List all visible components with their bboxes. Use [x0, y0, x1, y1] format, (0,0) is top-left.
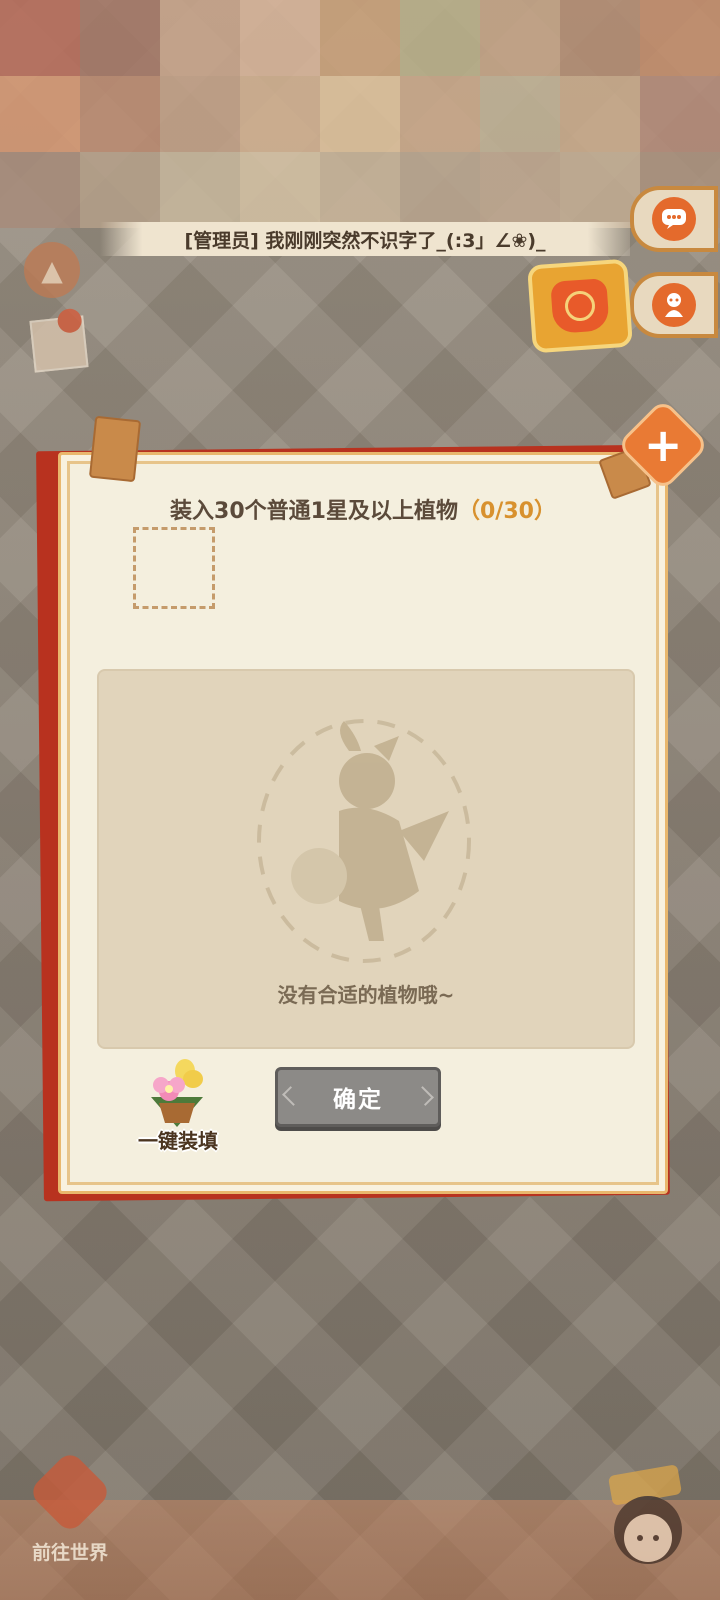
- pixel-block: [240, 76, 320, 152]
- empty-plant-slot[interactable]: [133, 527, 215, 609]
- go-world-label: 前往世界: [31, 1542, 108, 1564]
- pixel-block: [80, 152, 160, 228]
- plus-close-icon: +: [643, 417, 683, 472]
- pixel-block: [400, 152, 480, 228]
- pixel-block: [320, 76, 400, 152]
- spirit-button[interactable]: [630, 272, 718, 338]
- flower-basket-icon: [151, 1059, 203, 1127]
- chat-bubble-icon: [652, 197, 696, 241]
- pixel-block: [80, 76, 160, 152]
- pixel-block: [0, 152, 80, 228]
- title-count: （0/30）: [457, 499, 556, 524]
- pixel-block: [400, 76, 480, 152]
- pixel-block: [240, 152, 320, 228]
- pixel-block: [80, 0, 160, 76]
- chat-message: [管理员] 我刚刚突然不识字了_(:3」∠❀)_: [184, 229, 546, 252]
- pixel-block: [480, 152, 560, 228]
- title-text: 装入30个普通1星及以上植物: [170, 499, 458, 524]
- pixel-block: [480, 0, 560, 76]
- pixelated-banner: [0, 0, 720, 230]
- pixel-block: [560, 152, 640, 228]
- plant-fill-dialog: 装入30个普通1星及以上植物（0/30） 没有合适的植物哦~ 一键装填 确定: [58, 452, 668, 1194]
- empty-state-panel: 没有合适的植物哦~: [97, 669, 635, 1049]
- pixel-block: [480, 76, 560, 152]
- pixel-block: [400, 0, 480, 76]
- lucky-bag-icon: [550, 278, 610, 334]
- spirit-icon: [652, 283, 696, 327]
- pixel-block: [640, 0, 720, 76]
- pixel-block: [0, 76, 80, 152]
- world-icon: [27, 1449, 113, 1535]
- map-card-icon[interactable]: [29, 307, 89, 373]
- pixel-block: [320, 152, 400, 228]
- arrow-up-button[interactable]: ▲: [24, 242, 80, 298]
- pixel-block: [160, 152, 240, 228]
- chat-button[interactable]: [630, 186, 718, 252]
- pixel-block: [560, 76, 640, 152]
- lucky-bag-button[interactable]: [527, 258, 633, 354]
- pixel-block: [160, 0, 240, 76]
- wood-tag-left: [88, 415, 142, 483]
- dialog-title: 装入30个普通1星及以上植物（0/30）: [61, 493, 665, 525]
- pixel-block: [640, 76, 720, 152]
- pixel-block: [240, 0, 320, 76]
- chat-ticker[interactable]: [管理员] 我刚刚突然不识字了_(:3」∠❀)_: [100, 222, 630, 256]
- autofill-button[interactable]: 一键装填: [123, 1055, 233, 1165]
- go-world-button[interactable]: 前往世界: [22, 1449, 118, 1572]
- empty-state-text: 没有合适的植物哦~: [277, 983, 455, 1007]
- pixel-block: [560, 0, 640, 76]
- empty-character-illustration: [257, 719, 471, 963]
- pixel-block: [160, 76, 240, 152]
- confirm-button[interactable]: 确定: [275, 1067, 441, 1127]
- pixel-block: [0, 0, 80, 76]
- confirm-label: 确定: [333, 1087, 383, 1113]
- character-portrait-icon[interactable]: [590, 1460, 700, 1580]
- arrow-up-icon: ▲: [41, 253, 63, 287]
- pixel-block: [320, 0, 400, 76]
- autofill-label: 一键装填: [138, 1129, 218, 1153]
